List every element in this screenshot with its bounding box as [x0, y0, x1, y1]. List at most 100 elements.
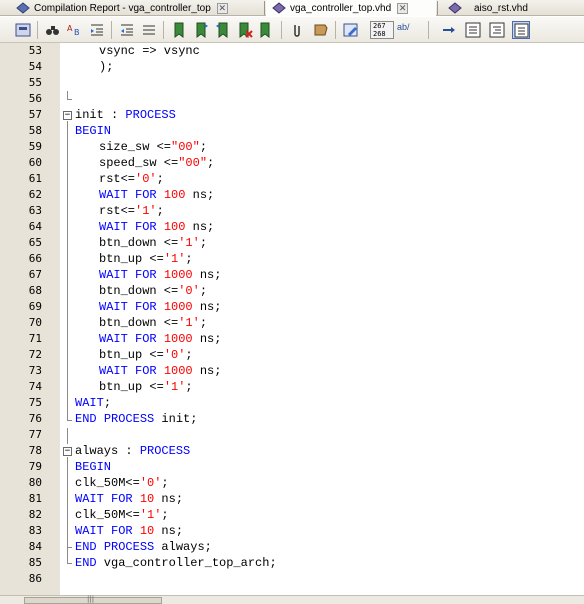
- code-line[interactable]: 64 WAIT FOR 100 ns;: [0, 219, 584, 235]
- code-line[interactable]: 73 WAIT FOR 1000 ns;: [0, 363, 584, 379]
- save-icon[interactable]: [14, 21, 32, 39]
- code-text: speed_sw <="00";: [99, 156, 215, 170]
- code-line[interactable]: 55: [0, 75, 584, 91]
- line-number: 83: [28, 524, 42, 537]
- code-line[interactable]: 58 BEGIN: [0, 123, 584, 139]
- line-number: 55: [28, 76, 42, 89]
- word-wrap-label[interactable]: ab/: [397, 22, 410, 32]
- line-number: 64: [28, 220, 42, 233]
- code-text: clk_50M<='0';: [75, 476, 169, 490]
- fold-guide: [67, 420, 72, 421]
- indent-icon[interactable]: [88, 21, 106, 39]
- code-line[interactable]: 77: [0, 427, 584, 443]
- code-line[interactable]: 61 rst<='0';: [0, 171, 584, 187]
- close-icon[interactable]: ✕: [397, 2, 409, 14]
- fold-guide: [67, 547, 72, 548]
- tab-divider: [264, 1, 265, 15]
- code-line[interactable]: 72 btn_up <='0';: [0, 347, 584, 363]
- unindent-icon[interactable]: [118, 21, 136, 39]
- line-number: 80: [28, 476, 42, 489]
- line-number: 69: [28, 300, 42, 313]
- code-line[interactable]: 66 btn_up <='1';: [0, 251, 584, 267]
- line-number: 68: [28, 284, 42, 297]
- line-number: 58: [28, 124, 42, 137]
- bookmark-prev-icon[interactable]: [214, 21, 232, 39]
- code-line[interactable]: 82 clk_50M<='1';: [0, 507, 584, 523]
- line-number: 67: [28, 268, 42, 281]
- horizontal-scrollbar[interactable]: |||: [0, 595, 584, 604]
- vhdl-file-icon: [272, 2, 286, 14]
- expand-icon[interactable]: [488, 21, 506, 39]
- code-line[interactable]: 59 size_sw <="00";: [0, 139, 584, 155]
- code-text: always : PROCESS: [75, 444, 191, 458]
- edit-mode-icon[interactable]: [342, 21, 360, 39]
- code-line[interactable]: 63 rst<='1';: [0, 203, 584, 219]
- line-number: 75: [28, 396, 42, 409]
- paperclip-icon[interactable]: [288, 21, 306, 39]
- code-editor[interactable]: 53 vsync => vsync 54); 55 56 57 init : PROCESS…: [0, 43, 584, 595]
- code-text: );: [99, 60, 114, 74]
- code-line[interactable]: 71 WAIT FOR 1000 ns;: [0, 331, 584, 347]
- code-text: btn_up <='1';: [99, 252, 193, 266]
- code-line[interactable]: 57 init : PROCESS: [0, 107, 584, 123]
- code-text: END vga_controller_top_arch;: [75, 556, 277, 570]
- code-line[interactable]: 75 WAIT;: [0, 395, 584, 411]
- fold-guide: [67, 563, 72, 564]
- code-line[interactable]: 86: [0, 571, 584, 587]
- line-number: 76: [28, 412, 42, 425]
- close-icon[interactable]: ✕: [216, 2, 228, 14]
- clear-bookmarks-icon[interactable]: [236, 21, 254, 39]
- code-line[interactable]: 56: [0, 91, 584, 107]
- tab-aiso-rst[interactable]: aiso_rst.vhd: [448, 0, 584, 16]
- toolbar-divider: [428, 21, 429, 39]
- code-line[interactable]: 83 WAIT FOR 10 ns;: [0, 523, 584, 539]
- bookmark-list-icon[interactable]: [256, 21, 274, 39]
- fold-guide: [67, 91, 68, 99]
- tab-bar: Compilation Report - vga_controller_top …: [0, 0, 584, 16]
- line-counter-button[interactable]: 267 268: [370, 21, 394, 39]
- code-line[interactable]: 67 WAIT FOR 1000 ns;: [0, 267, 584, 283]
- bookmark-icon[interactable]: [170, 21, 188, 39]
- code-line[interactable]: 65 btn_down <='1';: [0, 235, 584, 251]
- tab-compilation-report[interactable]: Compilation Report - vga_controller_top …: [16, 0, 264, 16]
- code-line[interactable]: 69 WAIT FOR 1000 ns;: [0, 299, 584, 315]
- code-line[interactable]: 78 always : PROCESS: [0, 443, 584, 459]
- code-line[interactable]: 84 END PROCESS always;: [0, 539, 584, 555]
- code-text: BEGIN: [75, 460, 112, 474]
- code-line[interactable]: 68 btn_down <='0';: [0, 283, 584, 299]
- template-icon[interactable]: [312, 21, 330, 39]
- line-number: 53: [28, 44, 42, 57]
- line-number: 86: [28, 572, 42, 585]
- find-replace-icon[interactable]: AB: [66, 21, 84, 39]
- code-line[interactable]: 79 BEGIN: [0, 459, 584, 475]
- code-line[interactable]: 74 btn_up <='1';: [0, 379, 584, 395]
- code-line[interactable]: 85 END vga_controller_top_arch;: [0, 555, 584, 571]
- go-to-line-icon[interactable]: [440, 21, 458, 39]
- code-line[interactable]: 76 END PROCESS init;: [0, 411, 584, 427]
- fold-collapse-icon[interactable]: −: [63, 111, 72, 120]
- tab-vga-controller-top[interactable]: vga_controller_top.vhd ✕: [266, 0, 436, 16]
- code-text: btn_up <='0';: [99, 348, 193, 362]
- list-icon[interactable]: [140, 21, 158, 39]
- show-all-icon[interactable]: [512, 21, 530, 39]
- code-line[interactable]: 60 speed_sw <="00";: [0, 155, 584, 171]
- code-text: WAIT FOR 1000 ns;: [99, 332, 222, 346]
- bookmark-next-icon[interactable]: [192, 21, 210, 39]
- code-line[interactable]: 54);: [0, 59, 584, 75]
- scrollbar-thumb[interactable]: |||: [24, 595, 162, 604]
- collapse-icon[interactable]: [464, 21, 482, 39]
- code-line[interactable]: 81 WAIT FOR 10 ns;: [0, 491, 584, 507]
- code-text: WAIT FOR 100 ns;: [99, 188, 215, 202]
- code-line[interactable]: 80 clk_50M<='0';: [0, 475, 584, 491]
- line-number: 54: [28, 60, 42, 73]
- code-line[interactable]: 53 vsync => vsync: [0, 43, 584, 59]
- report-icon: [16, 2, 30, 14]
- line-number: 56: [28, 92, 42, 105]
- code-line[interactable]: 62 WAIT FOR 100 ns;: [0, 187, 584, 203]
- tab-label: Compilation Report - vga_controller_top: [34, 2, 211, 14]
- code-line[interactable]: 70 btn_down <='1';: [0, 315, 584, 331]
- fold-collapse-icon[interactable]: −: [63, 447, 72, 456]
- code-text: clk_50M<='1';: [75, 508, 169, 522]
- code-text: vsync => vsync: [99, 44, 200, 58]
- find-icon[interactable]: [44, 21, 62, 39]
